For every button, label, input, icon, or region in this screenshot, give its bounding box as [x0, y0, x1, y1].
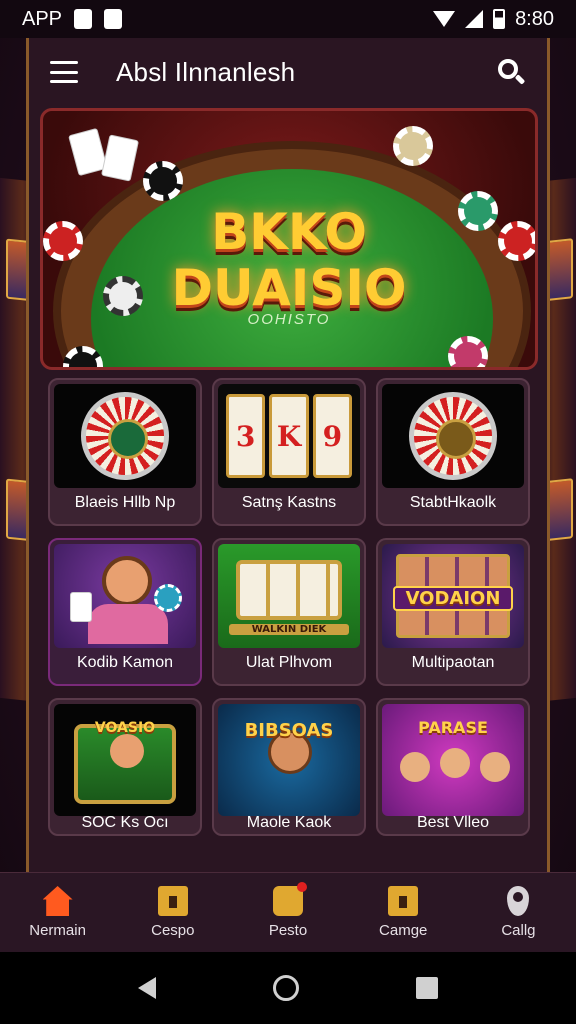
nav-item-callg[interactable]: Callg: [461, 873, 576, 952]
location-pin-icon: [507, 886, 530, 916]
game-tile[interactable]: BIBSOAS Maole Kaok: [212, 698, 366, 836]
game-grid: Blaeis Hllb Np 3 K 9 Satnş Kastns StabtH…: [48, 378, 530, 836]
slot-reel-symbol: K: [269, 394, 309, 478]
poker-chip-icon: [393, 126, 433, 166]
notification-icon: [74, 9, 93, 29]
bottom-navigation: Nermain Cespo Pesto Camge Callg: [0, 872, 576, 952]
app-header: Absl Ilnnanlesh: [30, 40, 546, 104]
search-icon[interactable]: [496, 57, 526, 87]
hero-banner[interactable]: BKKO DUAISIO OOHISTO: [40, 108, 538, 370]
page-title: Absl Ilnnanlesh: [116, 56, 296, 87]
playing-card-icon: [70, 592, 92, 622]
hamburger-menu-icon[interactable]: [50, 61, 78, 83]
nav-item-pesto[interactable]: Pesto: [230, 873, 345, 952]
character-avatar: [400, 752, 430, 782]
game-title: Maole Kaok: [246, 814, 332, 831]
hero-title-line1: BKKO: [211, 203, 367, 261]
game-title: Best Vlleo: [416, 814, 490, 831]
clock: 8:80: [515, 7, 554, 30]
game-thumbnail: WALKIN DIEK: [218, 544, 360, 648]
nav-label: Callg: [501, 922, 536, 939]
game-banner-text: BIBSOAS: [244, 720, 334, 741]
hero-subtitle: OOHISTO: [247, 311, 331, 328]
slot-machine-illustration: [236, 560, 342, 620]
game-tile[interactable]: VODAION Multipaotan: [376, 538, 530, 686]
signal-icon: [465, 10, 484, 28]
nav-label: Pesto: [268, 922, 308, 939]
character-avatar: [110, 734, 144, 768]
hero-title-line2: DUAISIO: [171, 259, 407, 317]
game-tile[interactable]: VOASIO SOC Ks Ocı: [48, 698, 202, 836]
screen: APP 8:80 Absl Ilnnanlesh BKKO DUAISIO OO…: [0, 0, 576, 1024]
game-thumbnail: [54, 384, 196, 488]
home-button[interactable]: [272, 975, 299, 1001]
game-title: Multipaotan: [411, 654, 495, 671]
game-banner-text: WALKIN DIEK: [229, 624, 349, 635]
slot-reels: 3 K 9: [226, 394, 352, 478]
game-tile[interactable]: Blaeis Hllb Np: [48, 378, 202, 526]
nav-item-home[interactable]: Nermain: [0, 873, 115, 952]
nav-label: Nermain: [29, 922, 86, 939]
dealer-body: [88, 604, 168, 644]
game-banner-text: VOASIO: [94, 720, 156, 736]
character-avatar: [480, 752, 510, 782]
status-bar: APP 8:80: [0, 0, 576, 38]
home-icon: [42, 886, 73, 916]
roulette-wheel-icon: [81, 392, 169, 480]
battery-icon: [493, 9, 506, 29]
game-title: Satnş Kastns: [241, 494, 337, 511]
gift-box-icon: [388, 886, 419, 916]
game-title: Ulat Plhvom: [245, 654, 333, 671]
game-thumbnail: [54, 544, 196, 648]
game-tile[interactable]: PARASE Best Vlleo: [376, 698, 530, 836]
poker-chip-icon: [448, 336, 488, 367]
game-title: StabtHkaolk: [409, 494, 497, 511]
character-avatar: [440, 748, 470, 778]
back-button[interactable]: [138, 977, 157, 999]
carrier-label: APP: [22, 7, 63, 30]
game-thumbnail: VODAION: [382, 544, 524, 648]
roulette-wheel-icon: [409, 392, 497, 480]
poker-chip-icon: [154, 584, 182, 612]
dice-icon: [273, 882, 307, 916]
game-tile[interactable]: WALKIN DIEK Ulat Plhvom: [212, 538, 366, 686]
game-tile[interactable]: 3 K 9 Satnş Kastns: [212, 378, 366, 526]
game-title: Kodib Kamon: [76, 654, 174, 671]
nav-label: Cespo: [151, 922, 195, 939]
game-thumbnail: VOASIO: [54, 704, 196, 816]
chest-icon: [157, 886, 188, 916]
download-icon: [104, 9, 123, 29]
recent-apps-button[interactable]: [415, 977, 438, 999]
game-thumbnail: [382, 384, 524, 488]
system-navigation-bar: [0, 952, 576, 1024]
game-thumbnail: BIBSOAS: [218, 704, 360, 816]
game-tile[interactable]: StabtHkaolk: [376, 378, 530, 526]
slot-reel-symbol: 3: [226, 394, 266, 478]
dealer-avatar: [102, 556, 152, 606]
playing-card-icon: [100, 134, 140, 182]
game-banner-text: PARASE: [418, 718, 488, 737]
game-tile[interactable]: Kodib Kamon: [48, 538, 202, 686]
poker-chip-icon: [143, 161, 183, 201]
nav-item-camge[interactable]: Camge: [346, 873, 461, 952]
nav-label: Camge: [379, 922, 428, 939]
game-banner-text: VODAION: [393, 586, 513, 611]
game-title: SOC Ks Ocı: [81, 814, 169, 831]
slot-reel-symbol: 9: [312, 394, 352, 478]
nav-item-cespo[interactable]: Cespo: [115, 873, 230, 952]
game-thumbnail: PARASE: [382, 704, 524, 816]
game-thumbnail: 3 K 9: [218, 384, 360, 488]
game-title: Blaeis Hllb Np: [74, 494, 176, 511]
wifi-icon: [433, 11, 456, 27]
